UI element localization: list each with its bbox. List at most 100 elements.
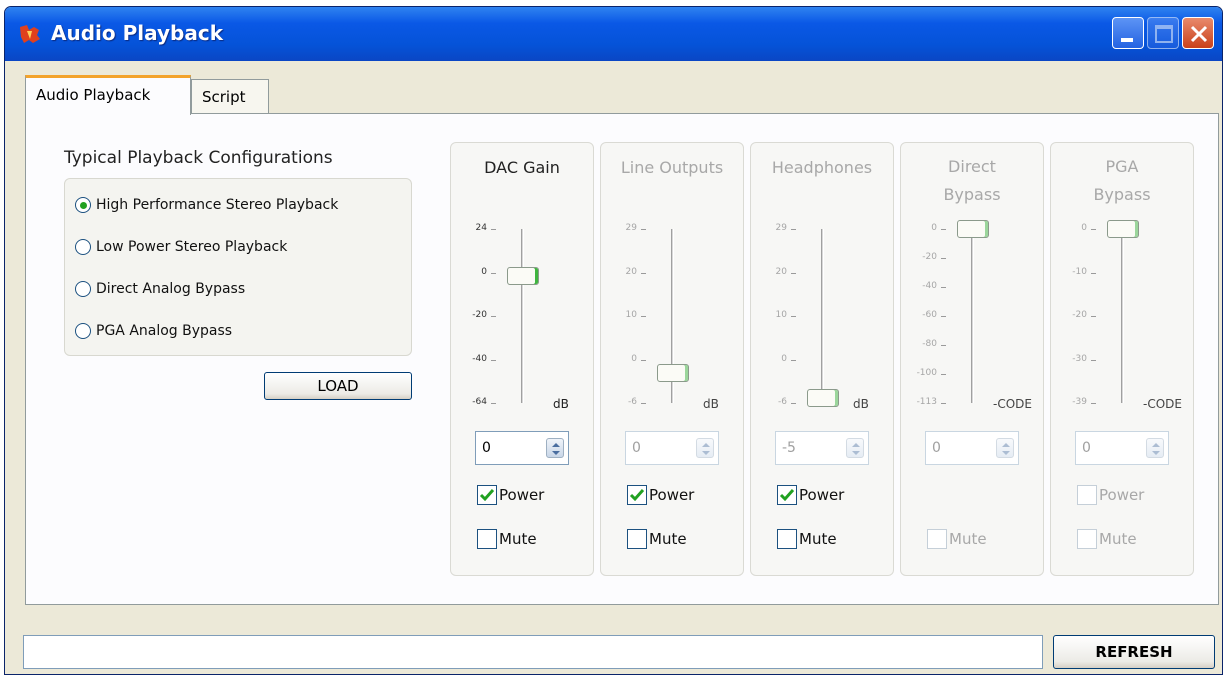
tick-label: -39 — [1072, 397, 1087, 407]
load-button[interactable]: LOAD — [264, 372, 412, 400]
power-checkbox[interactable]: Power — [777, 483, 844, 507]
radio-low-power[interactable]: Low Power Stereo Playback — [75, 234, 287, 260]
unit-label: dB — [703, 397, 719, 411]
slider-track[interactable] — [1121, 229, 1124, 403]
checkbox[interactable] — [477, 485, 497, 505]
tick-label: 0 — [1081, 223, 1087, 233]
tick-label: -40 — [922, 281, 937, 291]
checkbox-label: Power — [1099, 486, 1145, 504]
checkbox[interactable] — [627, 529, 647, 549]
gain-spinbox[interactable]: 0 — [475, 431, 569, 465]
radio-button[interactable] — [75, 323, 91, 339]
slider-thumb[interactable] — [657, 364, 689, 383]
mute-checkbox[interactable]: Mute — [777, 527, 837, 551]
tick-label: -30 — [1072, 353, 1087, 364]
gain-spinbox[interactable]: 0 — [1075, 431, 1169, 465]
tick-mark — [941, 229, 946, 230]
radio-high-performance[interactable]: High Performance Stereo Playback — [75, 192, 338, 218]
config-group-title: Typical Playback Configurations — [64, 148, 333, 168]
tick-mark — [491, 272, 496, 274]
tick-mark — [491, 359, 496, 361]
checkbox[interactable] — [927, 529, 947, 549]
tick-label: -113 — [916, 397, 937, 407]
mute-checkbox[interactable]: Mute — [1077, 527, 1137, 551]
window-title: Audio Playback — [51, 21, 223, 45]
tick-mark — [791, 229, 796, 230]
checkbox[interactable] — [777, 529, 797, 549]
tick-mark — [791, 359, 796, 361]
tick-label: 20 — [775, 266, 787, 277]
strip-dac-gain: DAC Gain 24 0 -20 -40 -64 dB 0 Power Mute — [450, 142, 594, 576]
power-checkbox[interactable]: Power — [1077, 483, 1144, 507]
slider-thumb[interactable] — [957, 220, 989, 238]
tick-label: 10 — [625, 310, 637, 320]
power-checkbox[interactable]: Power — [627, 483, 694, 507]
checkbox[interactable] — [1077, 529, 1097, 549]
tab-audio-playback[interactable]: Audio Playback — [25, 75, 191, 115]
gain-value: 0 — [632, 440, 641, 456]
radio-button[interactable] — [75, 239, 91, 255]
checkbox[interactable] — [777, 485, 797, 505]
slider-track[interactable] — [971, 229, 974, 403]
slider-track[interactable] — [821, 229, 824, 403]
tick-label: 0 — [631, 353, 637, 364]
gain-value: 0 — [1082, 440, 1091, 456]
tick-mark — [941, 374, 946, 375]
radio-button[interactable] — [75, 281, 91, 297]
tick-mark — [641, 359, 646, 361]
mute-checkbox[interactable]: Mute — [477, 527, 537, 551]
minimize-button[interactable] — [1112, 17, 1144, 49]
spin-arrows-icon[interactable] — [996, 438, 1014, 458]
refresh-button[interactable]: REFRESH — [1053, 635, 1215, 669]
checkbox[interactable] — [477, 529, 497, 549]
spin-arrows-icon[interactable] — [1146, 438, 1164, 458]
tick-mark — [1091, 316, 1096, 317]
gain-value: -5 — [782, 440, 796, 456]
tick-mark — [791, 272, 796, 274]
tick-mark — [491, 316, 496, 317]
mute-checkbox[interactable]: Mute — [627, 527, 687, 551]
gain-spinbox[interactable]: -5 — [775, 431, 869, 465]
radio-button[interactable] — [75, 197, 91, 213]
radio-pga-analog-bypass[interactable]: PGA Analog Bypass — [75, 318, 232, 344]
mute-checkbox[interactable]: Mute — [927, 527, 987, 551]
slider-thumb[interactable] — [507, 266, 539, 285]
gain-spinbox[interactable]: 0 — [925, 431, 1019, 465]
tick-label: -6 — [778, 397, 787, 407]
unit-label: -CODE — [1143, 397, 1182, 411]
maximize-button[interactable] — [1147, 17, 1179, 49]
gain-value: 0 — [482, 440, 491, 456]
tick-mark — [791, 403, 796, 404]
power-checkbox[interactable]: Power — [477, 483, 544, 507]
tick-label: -60 — [922, 310, 937, 320]
slider-track[interactable] — [521, 229, 524, 403]
radio-direct-analog-bypass[interactable]: Direct Analog Bypass — [75, 276, 245, 302]
close-icon — [1190, 25, 1208, 43]
spin-arrows-icon[interactable] — [696, 438, 714, 458]
spin-arrows-icon[interactable] — [846, 438, 864, 458]
status-field[interactable] — [23, 635, 1043, 669]
strip-title: DAC Gain — [484, 158, 560, 177]
close-button[interactable] — [1182, 17, 1214, 49]
title-bar[interactable]: Audio Playback — [5, 7, 1222, 61]
unit-label: -CODE — [993, 397, 1032, 411]
tab-script[interactable]: Script — [191, 79, 269, 113]
tick-label: 0 — [481, 266, 487, 277]
strip-title: Headphones — [771, 158, 873, 177]
checkbox[interactable] — [627, 485, 647, 505]
tick-label: 24 — [475, 223, 487, 233]
radio-label: PGA Analog Bypass — [96, 323, 233, 339]
tick-mark — [491, 403, 496, 404]
slider-thumb[interactable] — [807, 388, 839, 407]
tick-label: -10 — [1072, 266, 1087, 277]
gain-spinbox[interactable]: 0 — [625, 431, 719, 465]
slider-thumb[interactable] — [1107, 220, 1139, 238]
maximize-icon — [1155, 25, 1173, 43]
tick-label: -20 — [1072, 310, 1087, 320]
radio-label: High Performance Stereo Playback — [96, 197, 339, 213]
checkmark-icon — [479, 489, 495, 502]
unit-label: dB — [853, 397, 869, 411]
tick-mark — [941, 345, 946, 346]
spin-arrows-icon[interactable] — [546, 438, 564, 458]
checkbox[interactable] — [1077, 485, 1097, 505]
